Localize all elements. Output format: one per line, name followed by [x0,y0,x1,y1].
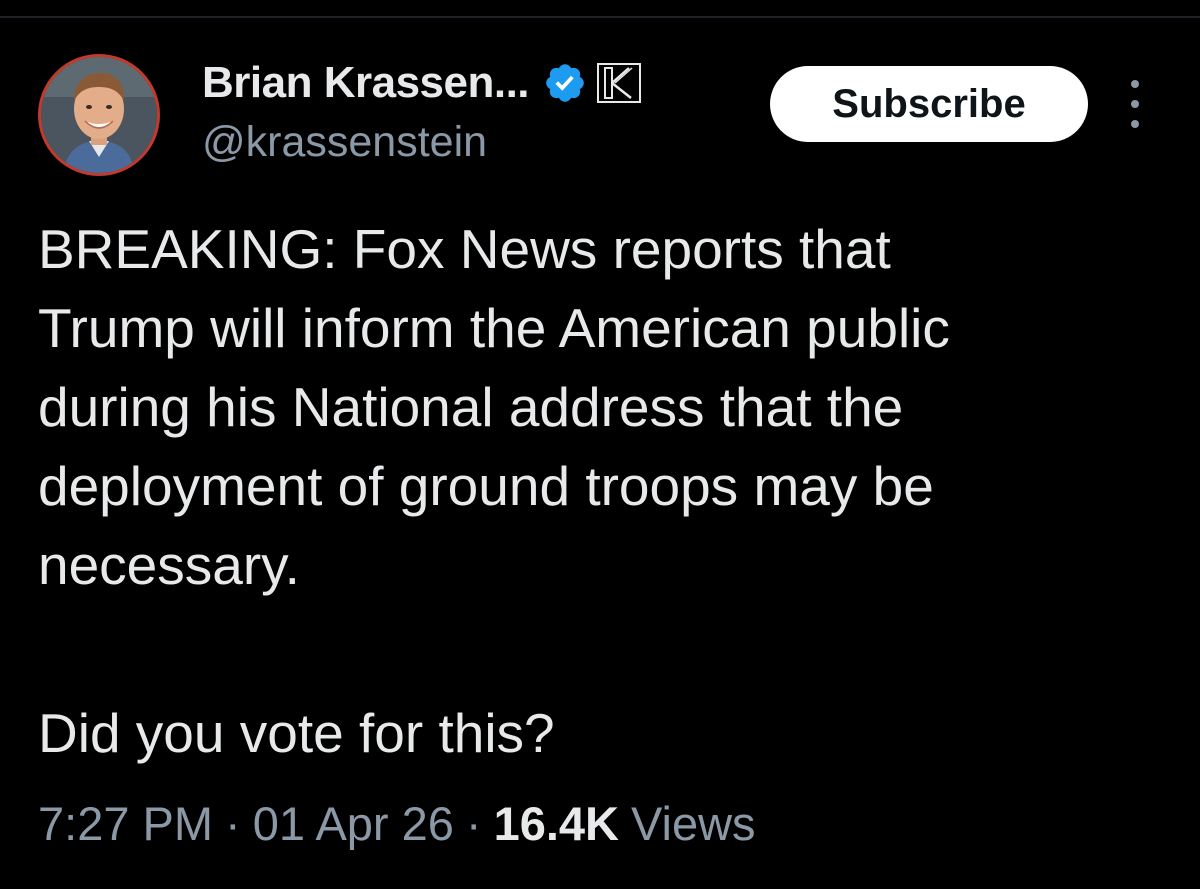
tweet-text: BREAKING: Fox News reports that Trump wi… [38,210,1168,605]
tweet-meta: 7:27 PM · 01 Apr 26 · 16.4K Views [38,796,756,851]
more-dot [1131,80,1139,88]
k-affiliate-badge-icon[interactable] [597,63,642,103]
more-dot [1131,100,1139,108]
avatar[interactable] [38,54,160,176]
display-name[interactable]: Brian Krassen... [202,58,530,108]
tweet-question: Did you vote for this? [38,702,555,764]
more-dot [1131,120,1139,128]
tweet-text-content: BREAKING: Fox News reports that Trump wi… [38,218,950,596]
verified-badge-icon[interactable] [543,61,587,105]
author-handle[interactable]: @krassenstein [202,118,487,167]
more-vertical-icon[interactable] [1120,80,1150,128]
avatar-image [41,57,157,173]
meta-separator: · [465,797,482,850]
tweet-header: Brian Krassen... @krassenstein Subscribe [0,0,1200,190]
k-letter-icon [604,67,633,99]
meta-separator: · [225,797,241,850]
subscribe-button[interactable]: Subscribe [770,66,1088,142]
tweet-date[interactable]: 01 Apr 26 [253,796,454,851]
views-label[interactable]: Views [631,796,756,851]
tweet-time[interactable]: 7:27 PM [38,796,213,851]
views-count[interactable]: 16.4K [494,796,619,851]
display-name-row: Brian Krassen... [202,58,642,108]
